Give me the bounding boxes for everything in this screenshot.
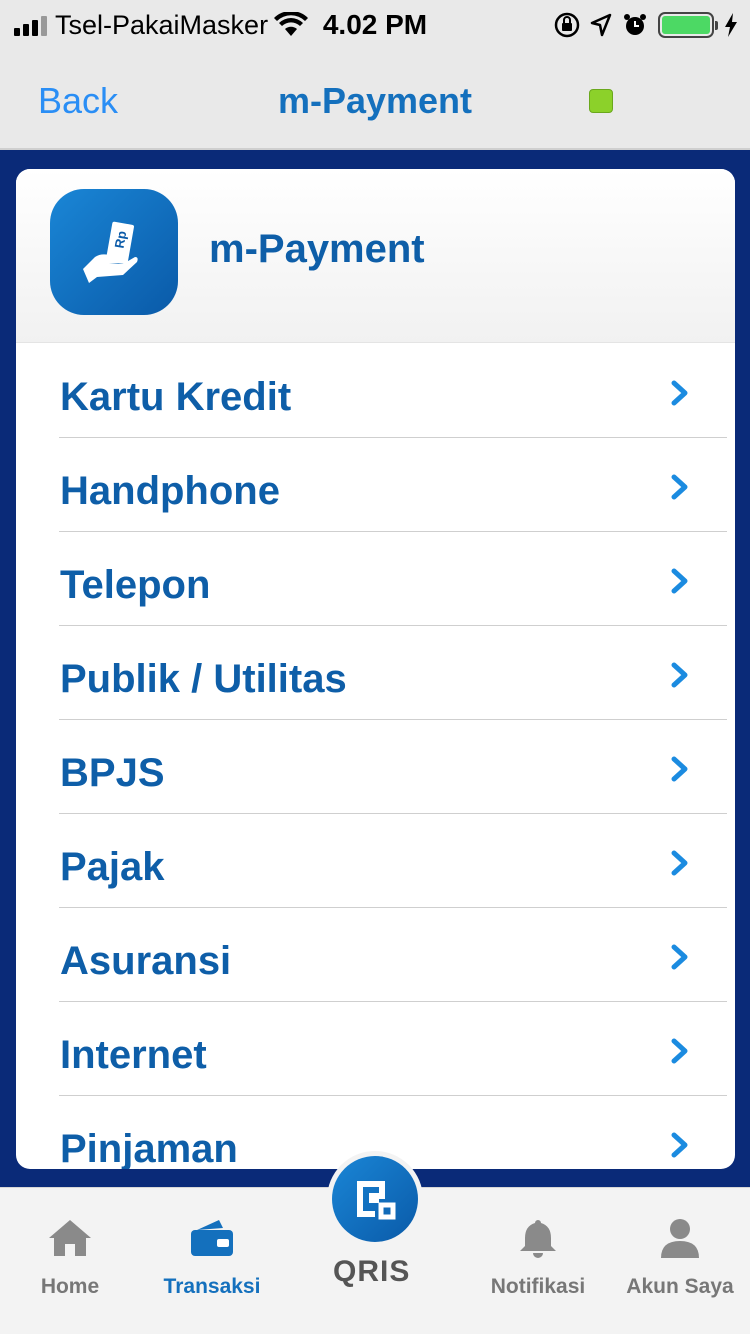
tab-label: Akun Saya	[626, 1275, 734, 1298]
menu-item-pajak[interactable]: Pajak	[16, 814, 735, 908]
menu-item-internet[interactable]: Internet	[16, 1002, 735, 1096]
bell-icon	[520, 1220, 556, 1258]
connection-indicator	[589, 89, 613, 113]
chevron-right-icon	[671, 944, 688, 970]
tab-akun-saya[interactable]: Akun Saya	[610, 1188, 750, 1334]
menu-item-label: BPJS	[60, 751, 165, 795]
menu-item-label: Pajak	[60, 845, 165, 889]
wallet-icon	[191, 1220, 233, 1256]
menu-item-label: Kartu Kredit	[60, 375, 292, 419]
card-title: m-Payment	[209, 227, 425, 271]
tab-label: Home	[40, 1275, 100, 1298]
payment-hand-cash-icon: Rp	[50, 189, 178, 315]
status-right	[554, 8, 738, 42]
nav-bar: Back m-Payment	[0, 50, 750, 150]
battery-icon	[658, 12, 718, 38]
tab-label: Notifikasi	[490, 1275, 586, 1298]
chevron-right-icon	[671, 1132, 688, 1158]
menu-item-label: Telepon	[60, 563, 211, 607]
menu-item-kartu-kredit[interactable]: Kartu Kredit	[16, 344, 735, 438]
menu-item-publik-utilitas[interactable]: Publik / Utilitas	[16, 626, 735, 720]
menu-item-label: Internet	[60, 1033, 207, 1077]
chevron-right-icon	[671, 662, 688, 688]
qris-circle	[327, 1151, 423, 1247]
page-title: m-Payment	[277, 80, 473, 121]
chevron-right-icon	[671, 380, 688, 406]
rotation-lock-icon	[554, 12, 580, 38]
home-icon	[49, 1220, 91, 1256]
chevron-right-icon	[671, 568, 688, 594]
qris-icon	[332, 1156, 418, 1242]
menu-item-label: Asuransi	[60, 939, 232, 983]
tab-notifikasi[interactable]: Notifikasi	[468, 1188, 608, 1334]
tab-home[interactable]: Home	[0, 1188, 140, 1334]
chevron-right-icon	[671, 474, 688, 500]
svg-text:Rp: Rp	[112, 230, 130, 250]
qris-label: QRIS	[333, 1255, 411, 1288]
menu-item-label: Pinjaman	[60, 1127, 238, 1169]
menu-item-asuransi[interactable]: Asuransi	[16, 908, 735, 1002]
menu-item-bpjs[interactable]: BPJS	[16, 720, 735, 814]
menu-item-handphone[interactable]: Handphone	[16, 438, 735, 532]
tab-label: Transaksi	[163, 1275, 261, 1298]
user-icon	[661, 1219, 699, 1258]
chevron-right-icon	[671, 756, 688, 782]
status-bar: Tsel-PakaiMasker 4.02 PM	[0, 0, 750, 50]
card-header: Rp m-Payment	[16, 169, 735, 343]
charging-bolt-icon	[725, 13, 737, 37]
menu-item-label: Publik / Utilitas	[60, 657, 347, 701]
alarm-icon	[624, 14, 646, 35]
chevron-right-icon	[671, 850, 688, 876]
battery-level	[662, 16, 710, 34]
menu-item-telepon[interactable]: Telepon	[16, 532, 735, 626]
menu-item-label: Handphone	[60, 469, 280, 513]
payment-card: Rp m-Payment Kartu Kredit Handphone Tele…	[16, 169, 735, 1169]
chevron-right-icon	[671, 1038, 688, 1064]
payment-menu-list: Kartu Kredit Handphone Telepon Publik / …	[16, 344, 735, 1169]
qris-button[interactable]: QRIS	[327, 1151, 423, 1301]
tab-transaksi[interactable]: Transaksi	[142, 1188, 282, 1334]
location-arrow-icon	[590, 13, 612, 37]
